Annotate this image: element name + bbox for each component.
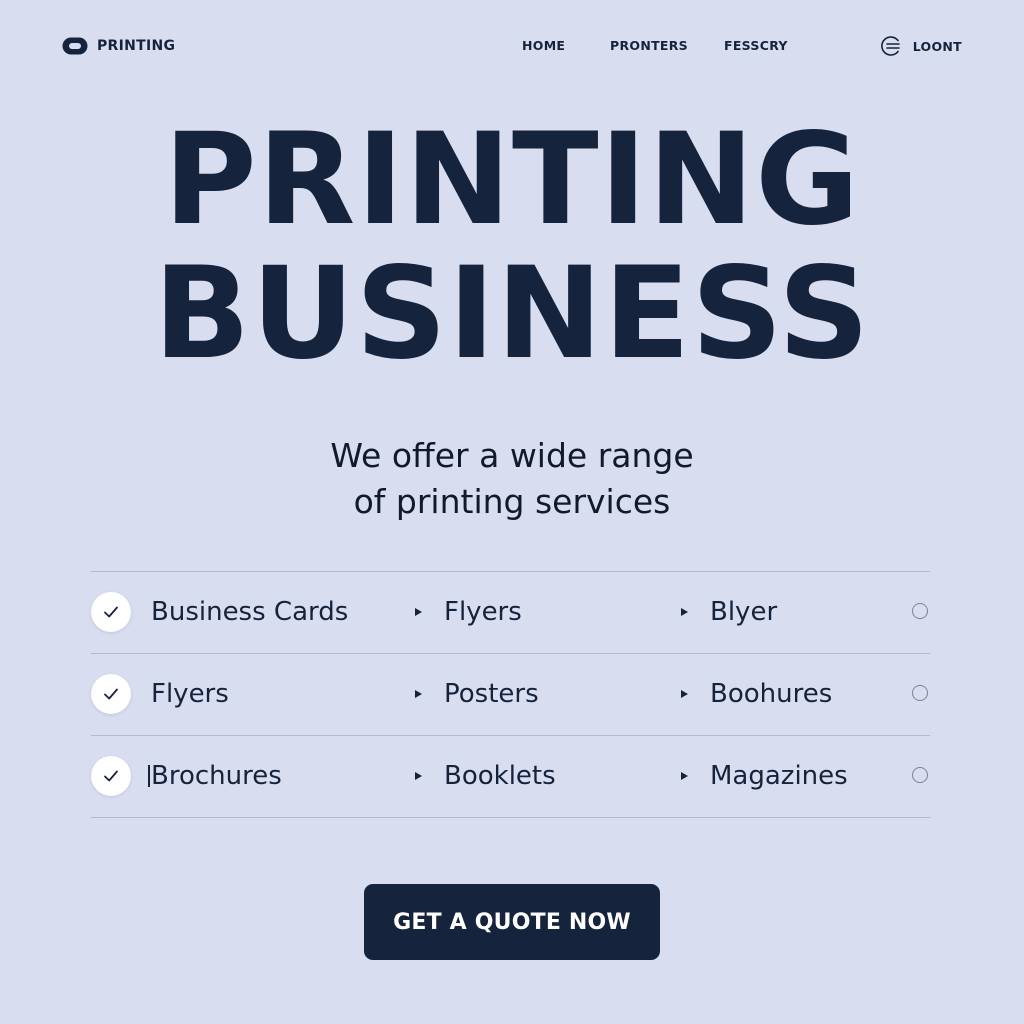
caret-right-icon (415, 772, 422, 780)
login-icon (880, 36, 900, 56)
caret-right-icon (681, 772, 688, 780)
check-icon (104, 688, 118, 700)
hero-subtitle-line-1: We offer a wide range (330, 436, 694, 475)
service-item[interactable]: Blyer (710, 594, 777, 630)
radio-icon[interactable] (912, 767, 928, 783)
nav-link-home[interactable]: HOME (522, 38, 565, 53)
login-label: LOONT (912, 38, 962, 54)
service-row: Business Cards Flyers Blyer (91, 572, 930, 654)
get-quote-button[interactable]: GET A QUOTE NOW (364, 884, 660, 960)
checkbox-checked[interactable] (91, 592, 131, 632)
text-cursor (148, 765, 150, 787)
hero-subtitle: We offer a wide range of printing servic… (0, 433, 1024, 525)
hero-title-line-1: PRINTING (163, 105, 861, 253)
services-list: Business Cards Flyers Blyer Flyers Poste… (91, 571, 930, 818)
checkbox-checked[interactable] (91, 674, 131, 714)
brand-name: PRINTING (97, 38, 176, 54)
nav-link-printers[interactable]: PRONTERS (610, 38, 688, 53)
service-row: Brochures Booklets Magazines (91, 736, 930, 818)
radio-icon[interactable] (912, 685, 928, 701)
checkbox-checked[interactable] (91, 756, 131, 796)
pill-logo-icon (62, 37, 88, 55)
nav-link-fesscry[interactable]: FESSCRY (724, 38, 788, 53)
brand[interactable]: PRINTING (62, 33, 175, 59)
service-row: Flyers Posters Boohures (91, 654, 930, 736)
hero-title: PRINTING BUSINESS (0, 112, 1024, 380)
service-item[interactable]: Magazines (710, 758, 848, 794)
hero-title-line-2: BUSINESS (153, 239, 871, 387)
caret-right-icon (415, 608, 422, 616)
radio-icon[interactable] (912, 603, 928, 619)
service-item[interactable]: Posters (444, 676, 539, 712)
caret-right-icon (415, 690, 422, 698)
check-icon (104, 606, 118, 618)
hero-subtitle-line-2: of printing services (353, 482, 671, 521)
check-icon (104, 770, 118, 782)
service-item[interactable]: Business Cards (151, 594, 348, 630)
service-item[interactable]: Brochures (151, 758, 282, 794)
caret-right-icon (681, 608, 688, 616)
service-item[interactable]: Booklets (444, 758, 556, 794)
caret-right-icon (681, 690, 688, 698)
login-button[interactable]: LOONT (880, 33, 962, 59)
service-item[interactable]: Flyers (151, 676, 229, 712)
top-nav: PRINTING HOME PRONTERS FESSCRY LOONT (62, 33, 962, 59)
service-item[interactable]: Boohures (710, 676, 832, 712)
service-item[interactable]: Flyers (444, 594, 522, 630)
